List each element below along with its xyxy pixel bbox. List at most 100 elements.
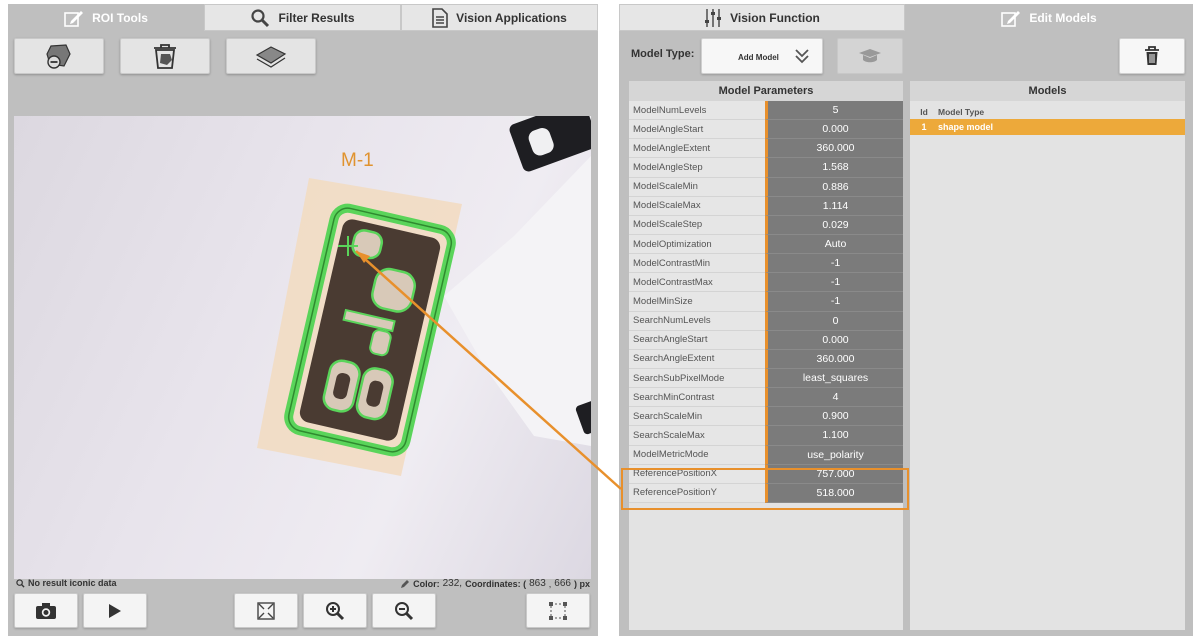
param-value[interactable]: -1: [765, 254, 903, 274]
zoom-out-button[interactable]: [372, 593, 436, 628]
model-type: shape model: [938, 122, 994, 132]
col-id: Id: [920, 107, 928, 117]
clear-rois-icon: [154, 44, 176, 69]
param-row: ReferencePositionY 518.000: [629, 483, 903, 503]
param-name: ModelScaleMin: [629, 177, 765, 197]
selection-box-icon: [549, 601, 567, 620]
delete-model-button[interactable]: [1119, 38, 1185, 74]
param-name: SearchAngleStart: [629, 330, 765, 350]
trash-icon: [1145, 46, 1159, 65]
edit-icon: [64, 10, 84, 27]
param-name: SearchAngleExtent: [629, 349, 765, 369]
image-viewer[interactable]: M-1: [14, 116, 591, 579]
param-row: ModelScaleMin 0.886: [629, 177, 903, 197]
param-name: ModelAngleExtent: [629, 139, 765, 159]
param-row: SearchScaleMax 1.100: [629, 426, 903, 446]
tab-roi-tools[interactable]: ROI Tools: [8, 4, 204, 31]
param-rows: ModelNumLevels 5 ModelAngleStart 0.000 Model…: [629, 101, 903, 503]
zoom-out-icon: [395, 601, 414, 620]
coords-label: Coordinates: (: [465, 578, 527, 589]
search-icon: [251, 8, 270, 27]
models-header: Models: [910, 81, 1185, 101]
param-name: ReferencePositionX: [629, 464, 765, 484]
param-value[interactable]: 0.029: [765, 215, 903, 235]
model-parameters-table: Model Parameters ModelNumLevels 5 ModelAng…: [629, 81, 903, 630]
param-value[interactable]: -1: [765, 292, 903, 312]
fit-view-button[interactable]: [234, 593, 298, 628]
train-model-button[interactable]: [837, 38, 903, 74]
param-value[interactable]: 4: [765, 388, 903, 408]
model-type-label: Model Type:: [631, 48, 695, 60]
param-row: ModelAngleExtent 360.000: [629, 139, 903, 159]
model-type-value: Add Model: [738, 53, 779, 62]
roi-label: M-1: [341, 150, 374, 171]
roi-layers-icon: [255, 46, 287, 68]
param-row: ModelScaleMax 1.114: [629, 196, 903, 216]
param-value[interactable]: 518.000: [765, 483, 903, 503]
param-row: ModelContrastMax -1: [629, 273, 903, 293]
snapshot-button[interactable]: [14, 593, 78, 628]
param-value[interactable]: 360.000: [765, 349, 903, 369]
remove-roi-button[interactable]: [14, 38, 104, 74]
param-row: ModelScaleStep 0.029: [629, 215, 903, 235]
color-value: 232,: [442, 578, 463, 589]
param-name: ModelOptimization: [629, 234, 765, 255]
param-row: ModelAngleStep 1.568: [629, 158, 903, 178]
coord-y: 666: [554, 578, 571, 589]
param-row: ModelOptimization Auto: [629, 234, 903, 255]
param-name: ModelMinSize: [629, 292, 765, 312]
edit-models-panel: Vision Function Edit Models Model Type: …: [619, 4, 1193, 636]
zoom-in-icon: [326, 601, 345, 620]
param-name: ModelAngleStart: [629, 120, 765, 140]
remove-roi-icon: [46, 44, 71, 69]
param-value[interactable]: use_polarity: [765, 445, 903, 465]
param-value[interactable]: 1.100: [765, 426, 903, 446]
tab-vision-function[interactable]: Vision Function: [619, 4, 905, 31]
param-name: SearchMinContrast: [629, 388, 765, 408]
param-value[interactable]: 0.900: [765, 407, 903, 427]
clear-rois-button[interactable]: [120, 38, 210, 74]
roi-layers-button[interactable]: [226, 38, 316, 74]
param-row: SearchAngleExtent 360.000: [629, 349, 903, 369]
tab-label: Vision Applications: [456, 10, 567, 25]
status-readout: Color: 232, Coordinates: ( 863 , 666 ) p…: [400, 578, 590, 589]
sliders-icon: [705, 8, 722, 27]
tab-label: ROI Tools: [92, 10, 148, 25]
param-row: SearchScaleMin 0.900: [629, 407, 903, 427]
param-value[interactable]: 0: [765, 311, 903, 331]
tab-label: Edit Models: [1029, 10, 1097, 25]
param-value[interactable]: Auto: [765, 234, 903, 255]
param-name: ModelContrastMin: [629, 254, 765, 274]
select-region-button[interactable]: [526, 593, 590, 628]
param-row: ModelMetricMode use_polarity: [629, 445, 903, 465]
pencil-icon: [401, 579, 410, 588]
tab-edit-models[interactable]: Edit Models: [905, 4, 1193, 31]
roi-tools-panel: ROI Tools Filter Results Vision Applicat…: [8, 4, 598, 636]
param-value[interactable]: 360.000: [765, 139, 903, 159]
param-row: ModelNumLevels 5: [629, 101, 903, 121]
param-value[interactable]: 0.000: [765, 120, 903, 140]
param-value[interactable]: least_squares: [765, 368, 903, 389]
tab-vision-applications[interactable]: Vision Applications: [401, 4, 598, 31]
param-value[interactable]: -1: [765, 273, 903, 293]
param-name: SearchSubPixelMode: [629, 368, 765, 389]
param-value[interactable]: 5: [765, 101, 903, 121]
param-value[interactable]: 0.886: [765, 177, 903, 197]
param-value[interactable]: 757.000: [765, 464, 903, 484]
param-value[interactable]: 1.114: [765, 196, 903, 216]
document-icon: [432, 7, 448, 28]
coord-sep: ,: [548, 578, 552, 589]
param-value[interactable]: 0.000: [765, 330, 903, 350]
param-value[interactable]: 1.568: [765, 158, 903, 178]
zoom-in-button[interactable]: [303, 593, 367, 628]
tab-label: Vision Function: [730, 10, 820, 25]
camera-icon: [36, 602, 56, 619]
play-button[interactable]: [83, 593, 147, 628]
edit-icon: [1001, 10, 1021, 27]
model-row[interactable]: 1 shape model: [910, 119, 1185, 135]
param-name: ModelScaleStep: [629, 215, 765, 235]
model-type-select[interactable]: Add Model: [701, 38, 823, 74]
param-row: ModelContrastMin -1: [629, 254, 903, 274]
tab-filter-results[interactable]: Filter Results: [204, 4, 401, 31]
param-name: ModelContrastMax: [629, 273, 765, 293]
